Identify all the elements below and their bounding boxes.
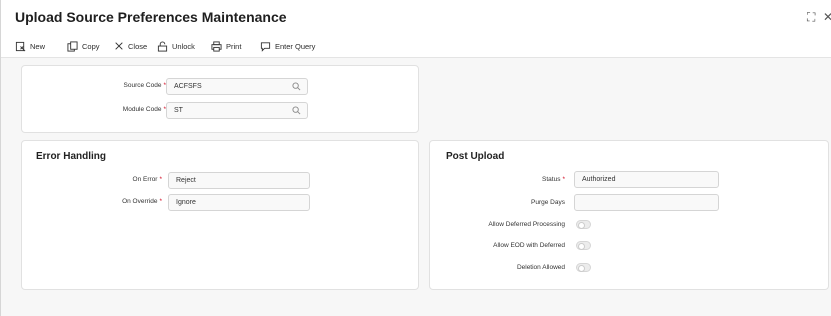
post-upload-title: Post Upload (446, 151, 505, 162)
purge-days-label: Purge Days (531, 199, 565, 206)
error-handling-panel: Error Handling On Error * Reject On Overr… (21, 140, 419, 290)
print-label: Print (226, 41, 242, 51)
search-icon[interactable] (292, 106, 301, 115)
new-button[interactable]: New (15, 39, 45, 53)
on-error-label: On Error * (132, 176, 162, 183)
copy-button[interactable]: Copy (67, 39, 100, 53)
new-icon (15, 41, 26, 51)
source-code-field[interactable]: ACFSFS (166, 78, 308, 95)
status-label: Status * (542, 176, 565, 183)
deletion-allowed-toggle[interactable] (576, 263, 591, 272)
unlock-label: Unlock (172, 41, 195, 51)
enter-query-label: Enter Query (275, 41, 316, 51)
search-icon[interactable] (292, 82, 301, 91)
status-field[interactable]: Authorized (574, 171, 719, 188)
unlock-icon (157, 40, 168, 52)
close-window-icon[interactable]: ✕ (823, 10, 831, 24)
toolbar: New Copy Close Unlock Print Enter Query (1, 34, 831, 58)
window-title: Upload Source Preferences Maintenance (15, 9, 287, 25)
print-icon (211, 40, 222, 52)
close-icon (115, 42, 123, 50)
enter-query-button[interactable]: Enter Query (260, 39, 315, 53)
error-handling-title: Error Handling (36, 151, 107, 162)
header-section-panel: Source Code * ACFSFS Module Code * ST (21, 65, 419, 133)
module-code-field[interactable]: ST (166, 102, 308, 119)
new-label: New (30, 41, 46, 51)
allow-eod-with-deferred-label: Allow EOD with Deferred (493, 242, 565, 249)
copy-icon (67, 40, 78, 52)
maximize-icon[interactable]: ⛶ (807, 10, 815, 25)
module-code-label: Module Code * (122, 106, 166, 113)
on-override-field[interactable]: Ignore (168, 194, 310, 211)
title-bar: Upload Source Preferences Maintenance ⛶ … (1, 0, 831, 34)
on-error-field[interactable]: Reject (168, 172, 310, 189)
upload-source-preferences-window: Upload Source Preferences Maintenance ⛶ … (0, 0, 831, 316)
allow-eod-with-deferred-toggle[interactable] (576, 241, 591, 250)
close-label: Close (128, 41, 148, 51)
unlock-button[interactable]: Unlock (157, 39, 195, 53)
copy-label: Copy (82, 41, 100, 51)
purge-days-field[interactable] (574, 194, 719, 211)
close-button[interactable]: Close (114, 39, 147, 53)
allow-deferred-processing-label: Allow Deferred Processing (488, 221, 565, 228)
allow-deferred-processing-toggle[interactable] (576, 220, 591, 229)
post-upload-panel: Post Upload Status * Authorized Purge Day… (429, 140, 829, 290)
enter-query-icon (260, 41, 271, 52)
source-code-label: Source Code * (123, 82, 166, 89)
print-button[interactable]: Print (211, 39, 241, 53)
deletion-allowed-label: Deletion Allowed (516, 264, 565, 271)
on-override-label: On Override * (122, 198, 162, 205)
